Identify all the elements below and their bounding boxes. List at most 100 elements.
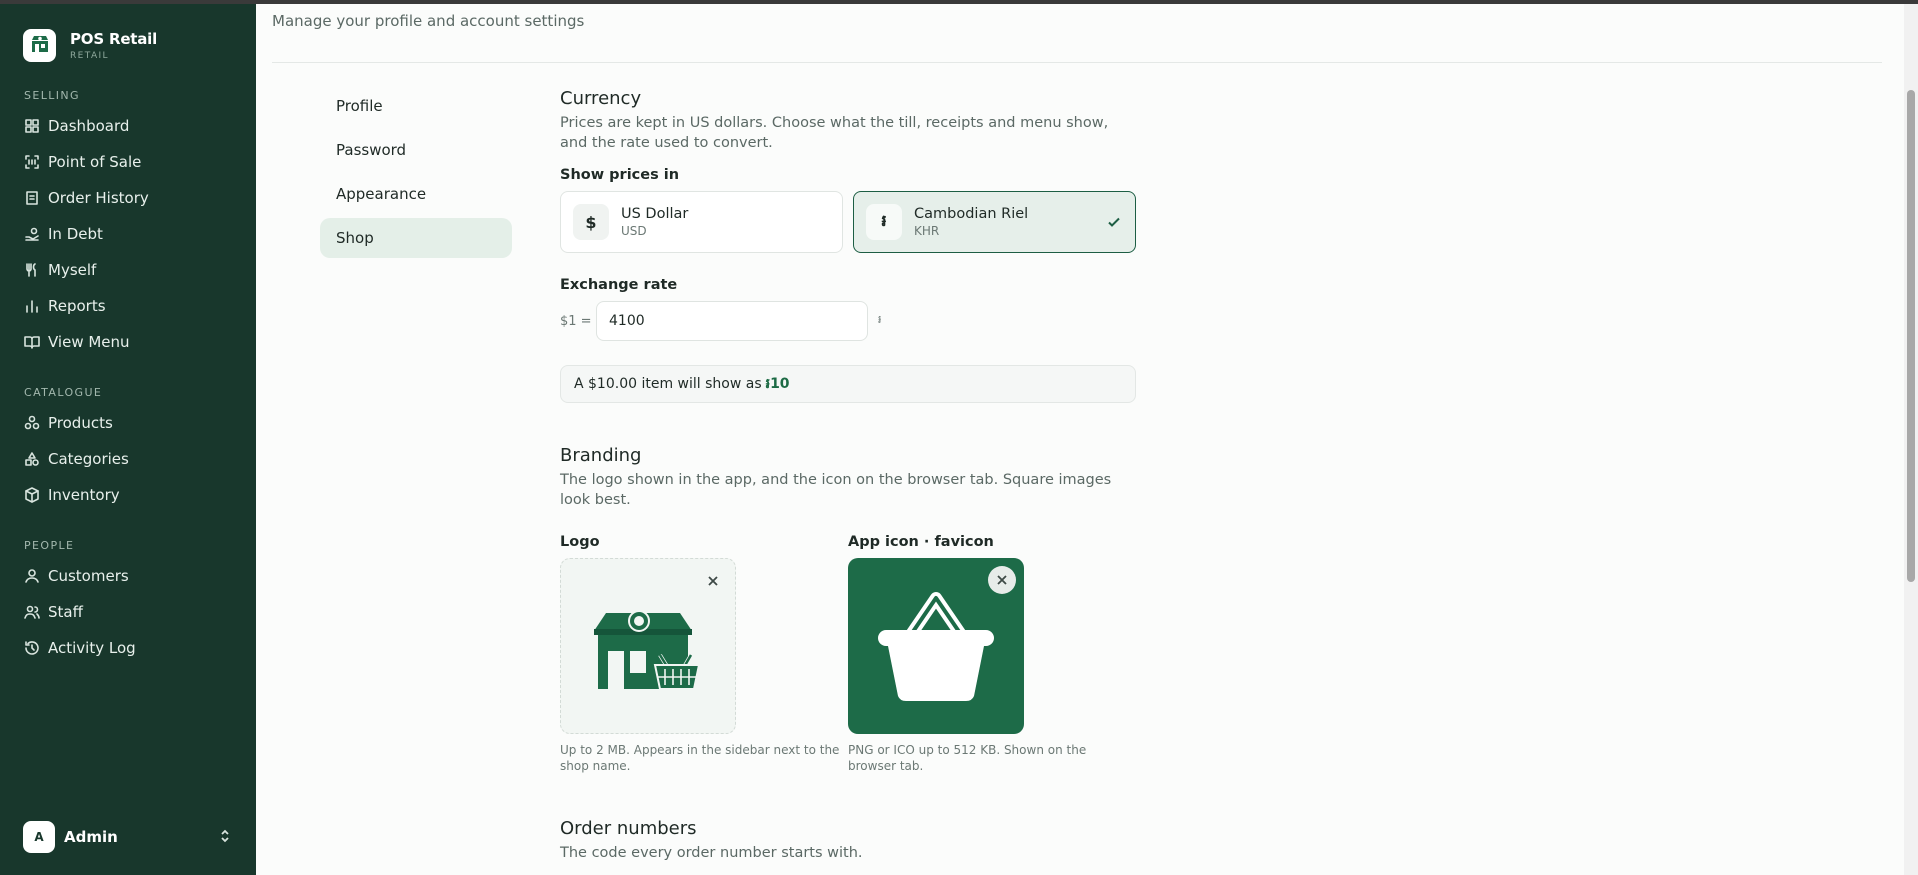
sidebar-item-label: Point of Sale — [48, 153, 142, 171]
sidebar-item-label: Reports — [48, 297, 106, 315]
sidebar-item-inventory[interactable]: Inventory — [0, 477, 256, 513]
sidebar-item-label: Dashboard — [48, 117, 130, 135]
sidebar-item-label: Inventory — [48, 486, 120, 504]
sidebar-item-label: Customers — [48, 567, 129, 585]
sidebar-item-dashboard[interactable]: Dashboard — [0, 108, 256, 144]
users-icon — [24, 604, 40, 620]
page-subtitle: Manage your profile and account settings — [272, 12, 585, 30]
currency-code: KHR — [914, 224, 940, 238]
scan-icon — [24, 154, 40, 170]
favicon-hint: PNG or ICO up to 512 KB. Shown on the br… — [848, 743, 1087, 773]
nav-section-people: PEOPLE Customers Staff Activity Log — [0, 536, 256, 666]
remove-favicon-button[interactable] — [988, 566, 1016, 594]
user-icon — [24, 568, 40, 584]
preview-text: A $10.00 item will show as — [574, 376, 762, 392]
section-label: CATALOGUE — [24, 385, 103, 399]
preview-amount: ៛10 — [765, 375, 790, 392]
favicon-label: App icon · favicon — [848, 534, 994, 550]
logo-hint: Up to 2 MB. Appears in the sidebar next … — [560, 743, 840, 773]
logo-label: Logo — [560, 534, 600, 550]
currency-title: Currency — [560, 88, 642, 109]
favicon-upload: App icon · favicon PNG or ICO up to 512 … — [848, 534, 1136, 774]
currency-option-khr[interactable]: ៛ Cambodian Riel KHR — [853, 191, 1136, 253]
user-name: Admin — [64, 828, 118, 846]
exchange-rate-label: Exchange rate — [560, 277, 678, 293]
favicon-dropzone[interactable] — [848, 558, 1024, 734]
close-icon — [997, 575, 1007, 585]
sidebar-item-label: Staff — [48, 603, 83, 621]
branding-title: Branding — [560, 445, 642, 466]
order-numbers-title: Order numbers — [560, 818, 697, 839]
sidebar-item-view-menu[interactable]: View Menu — [0, 324, 256, 360]
sidebar: POS Retail RETAIL SELLING Dashboard Poin… — [0, 4, 256, 875]
shop-settings: Currency Prices are kept in US dollars. … — [560, 88, 1136, 863]
tab-appearance[interactable]: Appearance — [320, 174, 512, 214]
history-icon — [24, 640, 40, 656]
boxes-icon — [24, 415, 40, 431]
scrollbar-thumb[interactable] — [1907, 90, 1915, 582]
currency-description: Prices are kept in US dollars. Choose wh… — [560, 115, 1109, 151]
sidebar-item-label: Order History — [48, 189, 149, 207]
remove-logo-button[interactable] — [699, 567, 727, 595]
chevrons-up-down-icon — [218, 828, 232, 847]
close-icon — [708, 576, 718, 586]
sidebar-item-label: Categories — [48, 450, 129, 468]
sidebar-item-products[interactable]: Products — [0, 405, 256, 441]
main-content: Manage your profile and account settings… — [256, 4, 1918, 875]
sidebar-item-label: Products — [48, 414, 113, 432]
receipt-icon — [24, 190, 40, 206]
check-icon — [1106, 214, 1122, 234]
user-menu[interactable]: A Admin — [23, 821, 232, 853]
rate-prefix: $1 = — [560, 313, 592, 329]
sidebar-item-reports[interactable]: Reports — [0, 288, 256, 324]
app-window: POS Retail RETAIL SELLING Dashboard Poin… — [0, 4, 1918, 875]
currency-option-usd[interactable]: $ US Dollar USD — [560, 191, 843, 253]
currency-options: $ US Dollar USD ៛ Cambodian Riel KHR — [560, 191, 1136, 253]
currency-name: US Dollar — [621, 206, 689, 222]
exchange-rate-input[interactable] — [596, 301, 868, 341]
tab-password[interactable]: Password — [320, 130, 512, 170]
riel-icon: ៛ — [866, 204, 902, 240]
settings-nav: Profile Password Appearance Shop — [320, 86, 512, 262]
sidebar-item-label: In Debt — [48, 225, 103, 243]
rate-suffix: ៛ — [878, 313, 882, 326]
hand-coins-icon — [24, 226, 40, 242]
sidebar-item-myself[interactable]: Myself — [0, 252, 256, 288]
exchange-rate-row: $1 = ៛ — [560, 301, 1136, 341]
sidebar-item-customers[interactable]: Customers — [0, 558, 256, 594]
sidebar-item-label: Myself — [48, 261, 97, 279]
logo-dropzone[interactable] — [560, 558, 736, 734]
section-label: PEOPLE — [24, 538, 75, 552]
header-divider — [272, 62, 1882, 63]
sidebar-item-label: Activity Log — [48, 639, 136, 657]
tab-shop[interactable]: Shop — [320, 218, 512, 258]
logo-upload: Logo Up to 2 MB. Appears in the sidebar … — [560, 534, 848, 774]
app-subtitle: RETAIL — [70, 50, 109, 61]
sidebar-item-staff[interactable]: Staff — [0, 594, 256, 630]
branding-description: The logo shown in the app, and the icon … — [560, 472, 1112, 508]
section-label: SELLING — [24, 88, 80, 102]
sidebar-item-categories[interactable]: Categories — [0, 441, 256, 477]
shop-logo-icon — [23, 28, 56, 62]
sidebar-item-point-of-sale[interactable]: Point of Sale — [0, 144, 256, 180]
currency-name: Cambodian Riel — [914, 206, 1029, 222]
package-icon — [24, 487, 40, 503]
sidebar-item-activity-log[interactable]: Activity Log — [0, 630, 256, 666]
brand[interactable]: POS Retail RETAIL — [23, 26, 256, 64]
dollar-icon: $ — [573, 204, 609, 240]
tab-profile[interactable]: Profile — [320, 86, 512, 126]
bar-chart-icon — [24, 298, 40, 314]
avatar: A — [23, 821, 55, 853]
shapes-icon — [24, 451, 40, 467]
utensils-icon — [24, 262, 40, 278]
nav-section-catalogue: CATALOGUE Products Categories Inventory — [0, 383, 256, 513]
book-open-icon — [24, 334, 40, 350]
scrollbar[interactable] — [1904, 4, 1918, 875]
dashboard-icon — [24, 118, 40, 134]
sidebar-item-order-history[interactable]: Order History — [0, 180, 256, 216]
show-prices-label: Show prices in — [560, 167, 680, 183]
sidebar-item-in-debt[interactable]: In Debt — [0, 216, 256, 252]
currency-code: USD — [621, 224, 647, 238]
nav-section-selling: SELLING Dashboard Point of Sale Order Hi… — [0, 86, 256, 360]
order-numbers-description: The code every order number starts with. — [560, 845, 863, 861]
